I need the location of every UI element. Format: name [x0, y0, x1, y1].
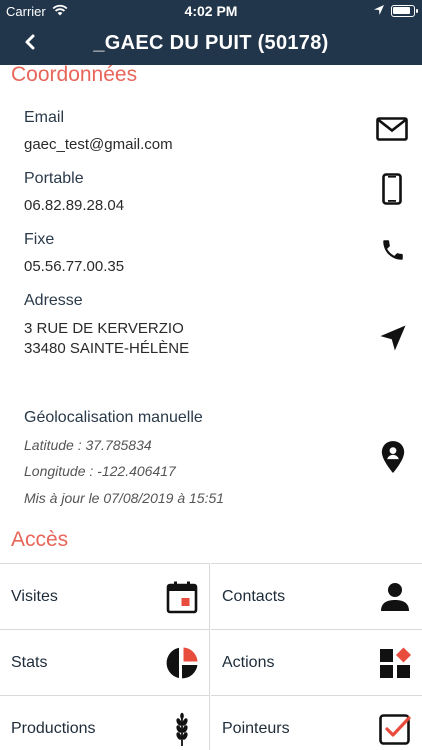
acces-item-label: Productions: [11, 720, 96, 737]
envelope-icon[interactable]: [376, 117, 408, 146]
acces-item-pointeurs[interactable]: Pointeurs: [211, 695, 422, 750]
section-title-acces: Accès: [11, 528, 69, 551]
navigation-bar: _GAEC DU PUIT (50178): [0, 22, 422, 65]
acces-item-visites[interactable]: Visites: [0, 563, 210, 629]
status-bar: Carrier 4:02 PM: [0, 0, 422, 22]
acces-item-label: Visites: [11, 588, 58, 605]
shapes-icon: [378, 646, 412, 680]
adresse-line-2: 33480 SAINTE-HÉLÈNE: [24, 340, 190, 357]
email-label: Email: [24, 109, 65, 126]
clock: 4:02 PM: [184, 3, 238, 19]
page-title: _GAEC DU PUIT (50178): [93, 32, 329, 54]
acces-item-label: Actions: [222, 654, 275, 671]
email-value[interactable]: gaec_test@gmail.com: [24, 134, 173, 155]
navigation-arrow-icon[interactable]: [378, 323, 408, 358]
longitude-value: Longitude : -122.406417: [24, 463, 176, 479]
location-pin-icon[interactable]: [380, 440, 406, 479]
acces-item-label: Pointeurs: [222, 720, 290, 737]
acces-item-label: Stats: [11, 654, 48, 671]
calendar-icon: [165, 580, 199, 614]
person-icon: [378, 580, 412, 614]
portable-label: Portable: [24, 170, 84, 187]
battery-icon: [391, 5, 418, 17]
location-services-icon: [373, 4, 385, 19]
fixe-label: Fixe: [24, 231, 55, 248]
latitude-value: Latitude : 37.785834: [24, 437, 152, 453]
phone-icon[interactable]: [380, 237, 406, 268]
mobile-phone-icon[interactable]: [382, 173, 402, 210]
acces-item-stats[interactable]: Stats: [0, 629, 210, 695]
acces-item-label: Contacts: [222, 588, 286, 605]
adresse-line-1: 3 RUE DE KERVERZIO: [24, 320, 184, 337]
acces-grid: Visites Contacts Stats Actions Productio…: [0, 563, 422, 750]
acces-item-actions[interactable]: Actions: [211, 629, 422, 695]
acces-item-productions[interactable]: Productions: [0, 695, 210, 750]
geolocalisation-label: Géolocalisation manuelle: [24, 409, 203, 426]
geoloc-updated: Mis à jour le 07/08/2019 à 15:51: [24, 490, 225, 506]
checkbox-icon: [378, 712, 412, 746]
pie-chart-icon: [165, 646, 199, 680]
wheat-icon: [165, 712, 199, 746]
portable-value[interactable]: 06.82.89.28.04: [24, 195, 124, 216]
fixe-value[interactable]: 05.56.77.00.35: [24, 256, 124, 277]
adresse-label: Adresse: [24, 292, 83, 309]
section-title-coordonnees: Coordonnées: [11, 63, 138, 86]
acces-item-contacts[interactable]: Contacts: [211, 563, 422, 629]
